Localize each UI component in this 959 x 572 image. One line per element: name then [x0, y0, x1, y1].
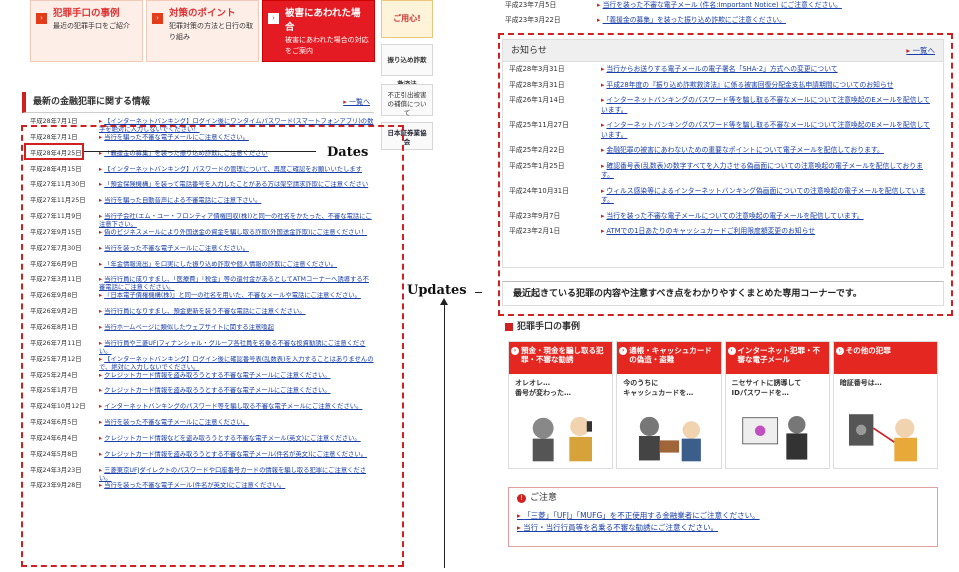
case-card-other[interactable]: › その他の犯罪 暗証番号は…: [832, 341, 938, 469]
phone-scam-illustration: [532, 416, 593, 462]
cases-heading-title: 犯罪手口の事例: [517, 322, 581, 332]
list-item: 平成23年7月5日 ▸ 当行を装った不審な電子メール (件名:Important …: [505, 1, 842, 9]
card-theft-illustration: [639, 416, 702, 462]
case-speech: ニセサイトに誘導して IDパスワードを…: [731, 379, 802, 397]
nav-crime-examples[interactable]: › 犯罪手口の事例 最近の犯罪手口をご紹介: [30, 0, 143, 62]
case-title: インターネット犯罪・不審な電子メール: [737, 346, 821, 364]
chevron-right-icon: ›: [835, 347, 844, 355]
item-link[interactable]: 当行を装った不審な電子メール (件名:Important Notice) にご注…: [603, 1, 842, 9]
phishing-illustration: [741, 415, 807, 460]
case-speech: 今のうちに キャッシュカードを…: [623, 379, 694, 397]
nav-title: 犯罪手口の事例: [53, 8, 120, 19]
caution-item[interactable]: 当行・当行行員等を名乗る不審な勧誘にご注意ください。: [517, 522, 929, 534]
updates-pointer-vertical: [444, 304, 445, 568]
cases-grid: › 預金・現金を騙し取る犯罪・不審な勧誘 オレオレ… 番号が変わった… › 通帳・キ…: [508, 341, 938, 469]
case-title: 通帳・キャッシュカードの偽造・盗難: [629, 346, 712, 364]
case-card-card-theft[interactable]: › 通帳・キャッシュカードの偽造・盗難 今のうちに キャッシュカードを…: [616, 341, 722, 469]
item-link[interactable]: 「義援金の募集」を装った振り込め詐欺にご注意ください。: [603, 16, 786, 24]
case-speech: 暗証番号は…: [839, 379, 882, 387]
case-speech: オレオレ… 番号が変わった…: [515, 379, 571, 397]
side-banner-compensation[interactable]: 不正引出被害の補償について: [381, 84, 433, 117]
square-bullet-icon: [505, 322, 513, 331]
news-heading-title: 最新の金融犯罪に関する情報: [33, 97, 151, 107]
side-banner-label: ご用心!: [393, 14, 421, 23]
nav-sub: 犯罪対策の方法と日行の取り組み: [169, 22, 253, 41]
chevron-right-icon: ›: [268, 13, 279, 24]
nav-countermeasures[interactable]: › 対策のポイント 犯罪対策の方法と日行の取り組み: [146, 0, 259, 62]
top-nav: › 犯罪手口の事例 最近の犯罪手口をご紹介 › 対策のポイント 犯罪対策の方法と…: [30, 0, 375, 62]
item-date: 平成23年7月5日: [505, 1, 557, 9]
dates-pointer-line: [84, 151, 316, 152]
caution-heading-title: ご注意: [530, 493, 558, 503]
news-more-link[interactable]: ▸ 一覧へ: [343, 92, 370, 113]
case-title: 預金・現金を騙し取る犯罪・不審な勧誘: [521, 346, 604, 364]
case-card-internet[interactable]: › インターネット犯罪・不審な電子メール ニセサイトに誘導して IDパスワードを…: [724, 341, 830, 469]
news-more-label: 一覧へ: [349, 98, 370, 106]
updates-annotation: Updates: [407, 283, 467, 298]
news-list-highlight: [21, 125, 404, 567]
cases-heading: 犯罪手口の事例: [505, 319, 580, 332]
nav-if-victim[interactable]: › 被害にあわれた場合 被害にあわれた場合の対応をご案内: [262, 0, 375, 62]
chevron-right-icon: ›: [511, 347, 519, 355]
nav-sub: 被害にあわれた場合の対応をご案内: [285, 36, 369, 55]
caution-heading: ! ご注意: [517, 492, 929, 504]
caution-item[interactable]: 「三菱」「UFJ」「MUFG」を不正使用する金融業者にご注意ください。: [517, 510, 929, 522]
side-banner-label: 不正引出被害の補償について: [387, 91, 427, 117]
side-banner-furikome[interactable]: 振り込め詐欺救済法: [381, 44, 433, 88]
other-crime-illustration: [848, 414, 917, 462]
side-banner-caution[interactable]: ご用心!: [381, 0, 433, 38]
chevron-right-icon: ›: [727, 347, 736, 355]
nav-title: 被害にあわれた場合: [285, 8, 361, 33]
chevron-right-icon: ›: [36, 13, 47, 24]
caution-panel: ! ご注意 「三菱」「UFJ」「MUFG」を不正使用する金融業者にご注意ください。…: [508, 487, 938, 547]
nav-sub: 最近の犯罪手口をご紹介: [53, 22, 130, 30]
list-item: 平成23年3月22日 ▸ 「義援金の募集」を装った振り込め詐欺にご注意ください。: [505, 16, 786, 24]
news-heading: 最新の金融犯罪に関する情報 ▸ 一覧へ: [22, 92, 374, 113]
nav-title: 対策のポイント: [169, 8, 236, 19]
chevron-right-icon: ›: [619, 347, 628, 355]
exclamation-icon: !: [517, 494, 526, 503]
chevron-right-icon: ›: [152, 13, 163, 24]
case-card-fraud[interactable]: › 預金・現金を騙し取る犯罪・不審な勧誘 オレオレ… 番号が変わった…: [508, 341, 614, 469]
case-title: その他の犯罪: [845, 346, 891, 355]
dates-annotation: Dates: [327, 145, 369, 160]
item-date: 平成23年3月22日: [505, 16, 561, 24]
arrow-up-icon: [440, 298, 448, 305]
notices-highlight: [498, 33, 953, 316]
